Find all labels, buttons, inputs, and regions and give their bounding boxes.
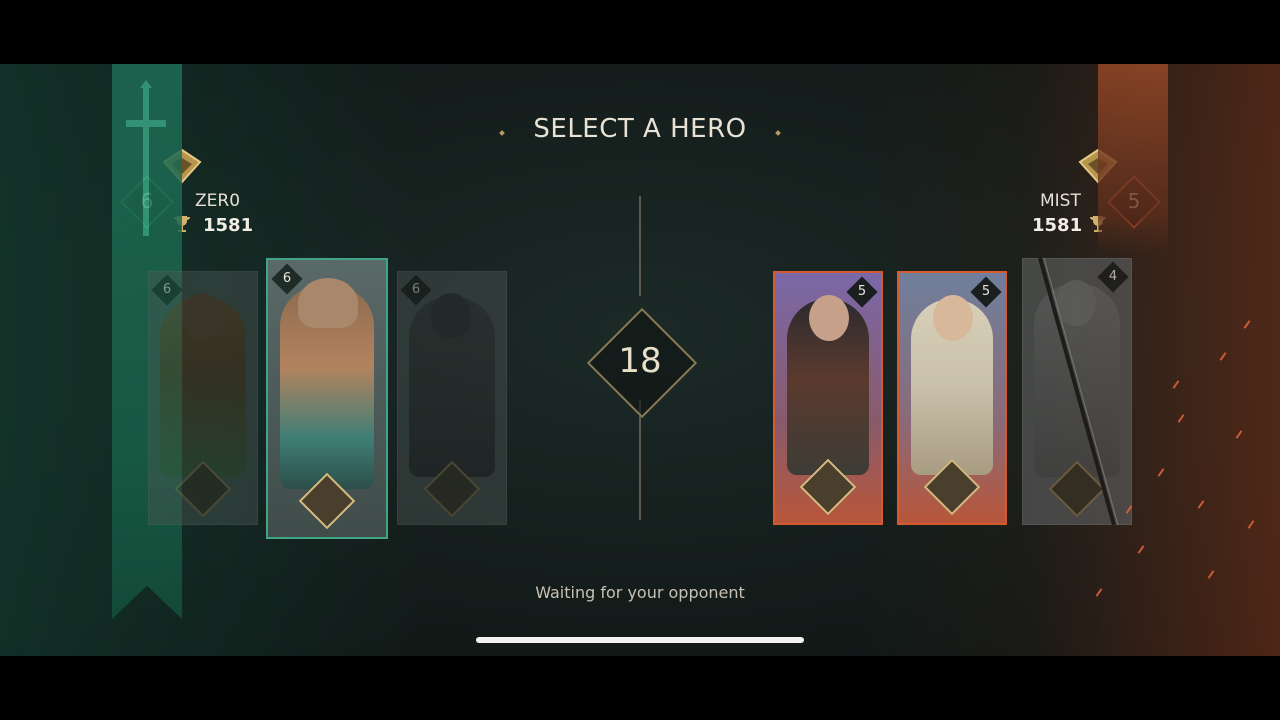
title-ornament-right [774, 129, 781, 136]
opponent-hero-card-3: 4 [1022, 258, 1132, 525]
divider-top [639, 196, 641, 296]
screen-title: SELECT A HERO [533, 114, 747, 144]
opponent-hero-card-1: 5 [773, 271, 883, 525]
hero-level: 5 [857, 284, 867, 299]
hero-level: 6 [162, 282, 172, 297]
hero-level: 5 [981, 284, 991, 299]
status-message: Waiting for your opponent [535, 583, 745, 602]
opponent-trophies: 1581 [1032, 215, 1083, 236]
home-indicator[interactable] [476, 637, 804, 643]
player-name: ZER0 [195, 191, 241, 211]
hero-level: 6 [282, 271, 292, 286]
opponent-banner [1098, 64, 1168, 254]
opponent-name: MIST [1040, 191, 1081, 211]
hero-level: 6 [411, 282, 421, 297]
title-ornament-left [499, 129, 506, 136]
player-hero-card-2[interactable]: 6 [266, 258, 388, 539]
opponent-hero-card-2: 5 [897, 271, 1007, 525]
divider-bottom [639, 400, 641, 520]
player-hero-card-1[interactable]: 6 [148, 271, 258, 525]
player-trophies: 1581 [203, 215, 254, 236]
player-hero-card-3[interactable]: 6 [397, 271, 507, 525]
banned-slash [1038, 258, 1119, 525]
countdown-timer: 18 [618, 341, 662, 381]
sword-icon [126, 80, 166, 236]
